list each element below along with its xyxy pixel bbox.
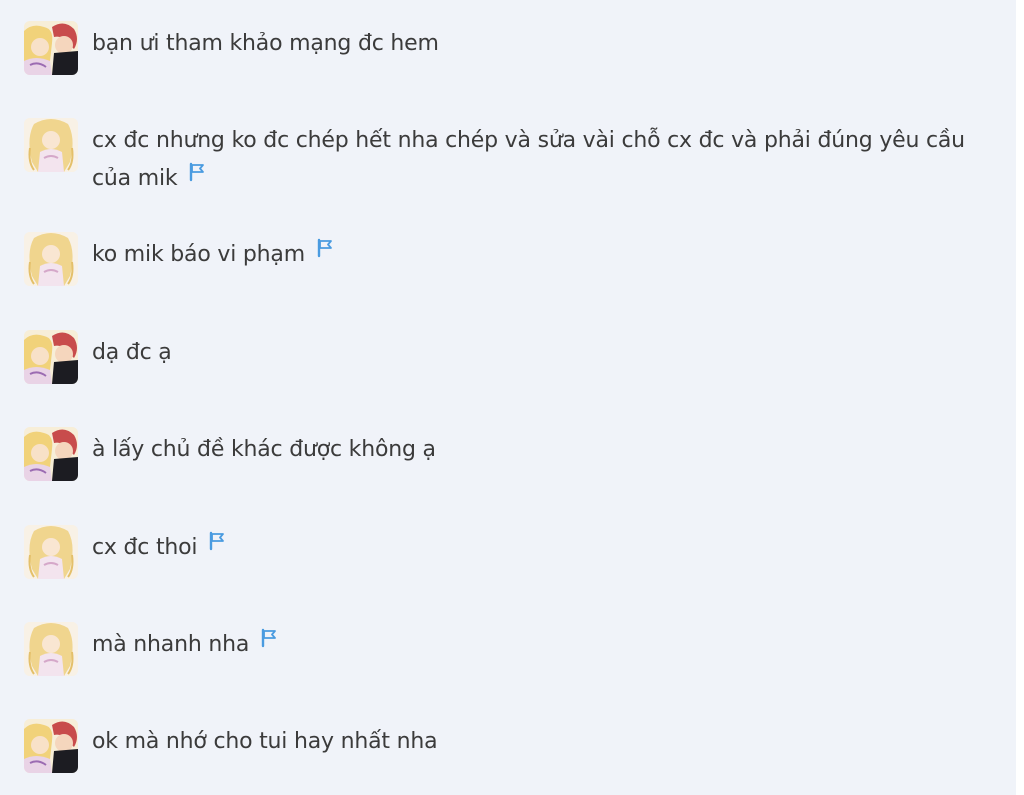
message-text: mà nhanh nha xyxy=(92,626,992,664)
message-body: ok mà nhớ cho tui hay nhất nha xyxy=(92,729,438,754)
message-row: cx đc thoi xyxy=(24,525,994,581)
avatar-couple-icon xyxy=(24,330,78,384)
message-body: cx đc thoi xyxy=(92,535,198,560)
message-text: cx đc thoi xyxy=(92,529,992,567)
message-text: à lấy chủ đề khác được không ạ xyxy=(92,431,992,469)
message-row: à lấy chủ đề khác được không ạ xyxy=(24,427,994,483)
avatar-couple-icon xyxy=(24,21,78,75)
report-flag-icon[interactable] xyxy=(187,157,207,195)
avatar-self[interactable] xyxy=(24,232,78,286)
message-text: ok mà nhớ cho tui hay nhất nha xyxy=(92,723,992,761)
message-row: cx đc nhưng ko đc chép hết nha chép và s… xyxy=(24,118,994,198)
avatar-other[interactable] xyxy=(24,330,78,384)
right-edge xyxy=(1016,0,1024,795)
message-body: dạ đc ạ xyxy=(92,340,172,365)
avatar-other[interactable] xyxy=(24,21,78,75)
message-row: ok mà nhớ cho tui hay nhất nha xyxy=(24,719,994,775)
avatar-blonde-girl-icon xyxy=(24,525,78,579)
avatar-couple-icon xyxy=(24,719,78,773)
message-body: mà nhanh nha xyxy=(92,632,250,657)
report-flag-icon[interactable] xyxy=(207,526,227,564)
avatar-other[interactable] xyxy=(24,427,78,481)
avatar-couple-icon xyxy=(24,427,78,481)
chat-thread: bạn ưi tham khảo mạng đc hem cx đc nhưng… xyxy=(0,0,1016,795)
message-text: dạ đc ạ xyxy=(92,334,992,372)
message-body: à lấy chủ đề khác được không ạ xyxy=(92,437,436,462)
avatar-blonde-girl-icon xyxy=(24,118,78,172)
message-row: dạ đc ạ xyxy=(24,330,994,386)
message-body: bạn ưi tham khảo mạng đc hem xyxy=(92,31,439,56)
avatar-self[interactable] xyxy=(24,118,78,172)
message-body: cx đc nhưng ko đc chép hết nha chép và s… xyxy=(92,128,965,191)
message-body: ko mik báo vi phạm xyxy=(92,242,305,267)
avatar-self[interactable] xyxy=(24,525,78,579)
report-flag-icon[interactable] xyxy=(315,233,335,271)
message-text: bạn ưi tham khảo mạng đc hem xyxy=(92,25,992,63)
avatar-blonde-girl-icon xyxy=(24,622,78,676)
report-flag-icon[interactable] xyxy=(259,623,279,661)
message-row: bạn ưi tham khảo mạng đc hem xyxy=(24,21,994,77)
avatar-other[interactable] xyxy=(24,719,78,773)
avatar-self[interactable] xyxy=(24,622,78,676)
message-text: cx đc nhưng ko đc chép hết nha chép và s… xyxy=(92,122,992,198)
message-row: mà nhanh nha xyxy=(24,622,994,678)
message-text: ko mik báo vi phạm xyxy=(92,236,992,274)
message-row: ko mik báo vi phạm xyxy=(24,232,994,288)
avatar-blonde-girl-icon xyxy=(24,232,78,286)
